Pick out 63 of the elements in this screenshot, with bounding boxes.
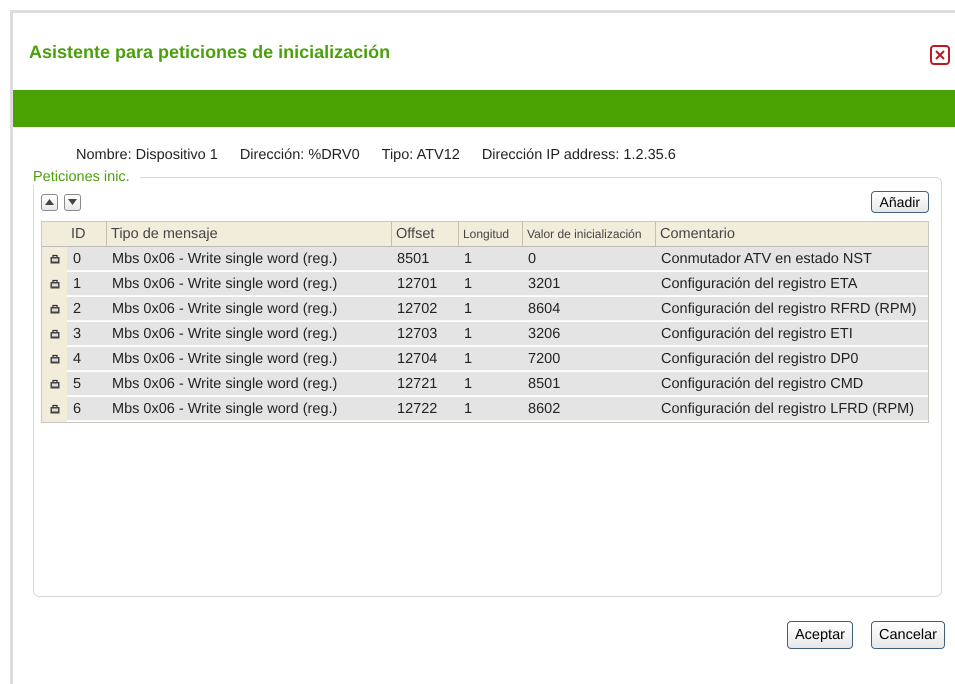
column-header[interactable]: ID (67, 222, 106, 247)
table-cell: 7200 (522, 347, 655, 371)
window-title: Asistente para peticiones de inicialización (29, 42, 390, 62)
column-header[interactable]: Valor de inicialización (522, 222, 655, 247)
table-cell: 8602 (522, 397, 655, 421)
table-cell: Configuración del registro RFRD (RPM) (655, 297, 928, 321)
add-button[interactable]: Añadir (870, 191, 929, 213)
table-cell: 8604 (522, 297, 655, 321)
accept-button[interactable]: Aceptar (786, 621, 853, 649)
table-cell: Mbs 0x06 - Write single word (reg.) (106, 372, 391, 396)
up-arrow-icon (45, 199, 54, 205)
table-cell: 3 (67, 322, 106, 346)
device-info: Dirección IP address: 1.2.35.6 (482, 147, 676, 163)
table-cell: 2 (67, 297, 106, 321)
column-header[interactable]: Tipo de mensaje (106, 222, 391, 247)
close-button[interactable] (930, 45, 950, 65)
table-cell: Configuración del registro DP0 (655, 347, 928, 371)
table-cell: 1 (458, 247, 522, 271)
move-down-button[interactable] (64, 194, 81, 210)
table-cell: 6 (67, 397, 106, 421)
table-cell: 5 (67, 372, 106, 396)
column-header[interactable]: Comentario (655, 222, 928, 247)
table-cell: 1 (458, 347, 522, 371)
table-cell: 1 (458, 397, 522, 421)
table-cell: Mbs 0x06 - Write single word (reg.) (106, 347, 391, 371)
table-cell: 1 (67, 272, 106, 296)
table-cell: 1 (458, 372, 522, 396)
down-arrow-icon (68, 199, 77, 205)
device-info: Nombre: Dispositivo 1 (76, 147, 218, 163)
device-info: Tipo: ATV12 (382, 147, 460, 163)
cancel-button[interactable]: Cancelar (870, 621, 945, 649)
table-cell: Configuración del registro CMD (655, 372, 928, 396)
table-cell: 3201 (522, 272, 655, 296)
table-cell: Mbs 0x06 - Write single word (reg.) (106, 297, 391, 321)
table-cell: Mbs 0x06 - Write single word (reg.) (106, 322, 391, 346)
table-cell: Configuración del registro LFRD (RPM) (655, 397, 928, 421)
table-cell: 1 (458, 322, 522, 346)
column-header[interactable]: Longitud (458, 222, 522, 247)
table-cell: Mbs 0x06 - Write single word (reg.) (106, 247, 391, 271)
table-cell: Mbs 0x06 - Write single word (reg.) (106, 272, 391, 296)
table-cell: 12721 (391, 372, 458, 396)
table-cell: 12702 (391, 297, 458, 321)
table-cell: 0 (522, 247, 655, 271)
table-cell: Conmutador ATV en estado NST (655, 247, 928, 271)
table-cell: 0 (67, 247, 106, 271)
table-cell: 12703 (391, 322, 458, 346)
table-cell: Configuración del registro ETA (655, 272, 928, 296)
table-cell: 12722 (391, 397, 458, 421)
table-cell: 3206 (522, 322, 655, 346)
close-icon (935, 50, 945, 60)
table-cell: 8501 (522, 372, 655, 396)
table-cell: Configuración del registro ETI (655, 322, 928, 346)
table-cell: 1 (458, 272, 522, 296)
table-cell: Mbs 0x06 - Write single word (reg.) (106, 397, 391, 421)
group-title: Peticiones inic. (33, 169, 131, 185)
table-cell: 8501 (391, 247, 458, 271)
column-header[interactable]: Offset (391, 222, 458, 247)
device-info: Dirección: %DRV0 (240, 147, 360, 163)
table-cell: 12704 (391, 347, 458, 371)
table-cell: 12701 (391, 272, 458, 296)
move-up-button[interactable] (41, 194, 58, 210)
table-cell: 4 (67, 347, 106, 371)
table-cell: 1 (458, 297, 522, 321)
